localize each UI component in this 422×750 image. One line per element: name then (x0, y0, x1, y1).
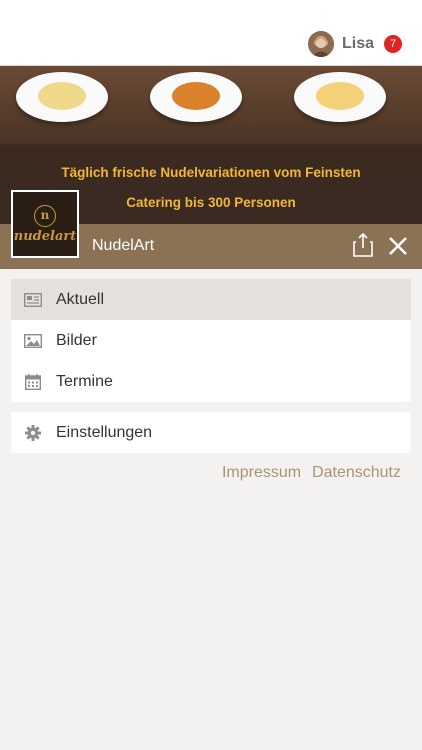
banner-slogan: Täglich frische Nudelvariationen vom Fei… (61, 165, 361, 180)
menu-label: Einstellungen (56, 423, 153, 441)
avatar[interactable] (307, 31, 334, 57)
nudelart-logo: n nudelart (11, 190, 79, 258)
newspaper-icon (24, 291, 42, 309)
calendar-icon (24, 373, 42, 391)
image-icon (24, 332, 42, 350)
share-icon[interactable] (352, 232, 374, 258)
top-bar: Lisa 7 (0, 0, 422, 66)
settings-menu: Einstellungen (11, 412, 411, 453)
menu-label: Bilder (56, 331, 97, 349)
username[interactable]: Lisa (342, 35, 374, 53)
menu-label: Termine (56, 372, 113, 390)
impressum-link[interactable]: Impressum (222, 464, 301, 482)
datenschutz-link[interactable]: Datenschutz (312, 464, 401, 482)
menu-item-termine[interactable]: Termine (11, 361, 411, 402)
menu-item-bilder[interactable]: Bilder (11, 320, 411, 361)
main-menu: Aktuell Bilder Termine (11, 279, 411, 402)
pasta-plate-image (294, 72, 386, 122)
menu-item-einstellungen[interactable]: Einstellungen (11, 412, 411, 453)
legal-links: Impressum Datenschutz (211, 464, 401, 482)
pasta-plate-image (16, 72, 108, 122)
close-icon[interactable] (388, 236, 408, 256)
menu-label: Aktuell (56, 290, 105, 308)
user-menu[interactable]: Lisa 7 (307, 30, 402, 58)
menu-item-aktuell[interactable]: Aktuell (11, 279, 411, 320)
logo-wordmark: nudelart (13, 228, 77, 244)
gear-icon (24, 424, 42, 442)
app-title: NudelArt (92, 237, 155, 254)
logo-mark: n (34, 204, 56, 227)
notification-badge[interactable]: 7 (384, 35, 402, 53)
pasta-plate-image (150, 72, 242, 122)
